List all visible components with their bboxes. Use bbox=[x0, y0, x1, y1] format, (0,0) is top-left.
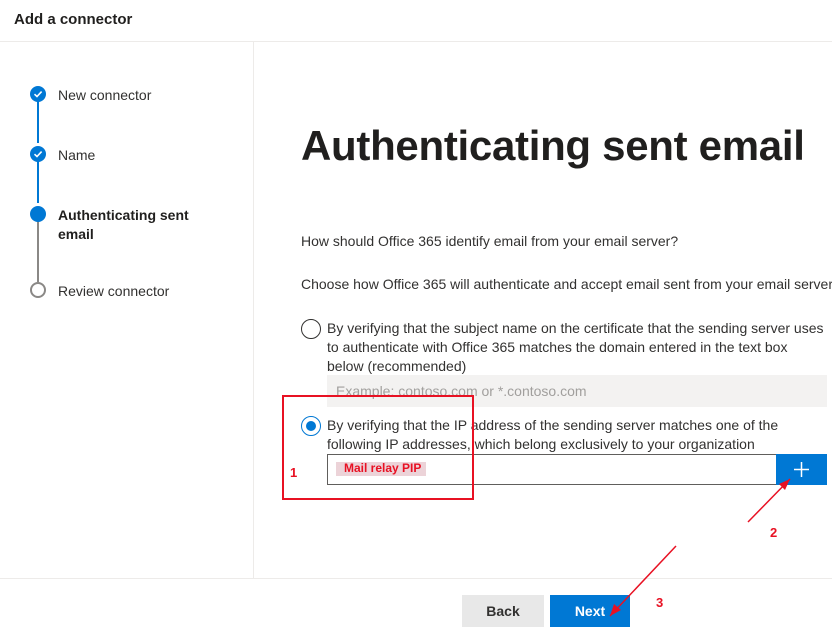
back-button[interactable]: Back bbox=[462, 595, 544, 627]
instruction-text: Choose how Office 365 will authenticate … bbox=[301, 276, 832, 292]
annotation-number-1: 1 bbox=[290, 465, 298, 480]
annotation-highlight-box bbox=[282, 395, 474, 500]
wizard-steps: New connector Name Authenticating sent e… bbox=[0, 42, 254, 578]
step-new-connector: New connector bbox=[58, 87, 152, 103]
dialog-header: Add a connector bbox=[0, 0, 832, 42]
step-name: Name bbox=[58, 147, 96, 163]
dialog-title: Add a connector bbox=[14, 11, 133, 28]
step-review-connector: Review connector bbox=[58, 283, 170, 299]
plus-icon bbox=[794, 462, 809, 477]
radio-certificate-option[interactable] bbox=[301, 319, 321, 339]
annotation-number-2: 2 bbox=[770, 525, 778, 540]
step-connector-line bbox=[37, 101, 39, 143]
step-authenticating-sent-email: Authenticating sent email bbox=[58, 207, 189, 242]
wizard-footer: Back Next bbox=[0, 578, 832, 636]
step-connector-line bbox=[37, 161, 39, 203]
question-text: How should Office 365 identify email fro… bbox=[301, 233, 679, 249]
add-ip-button[interactable] bbox=[776, 454, 827, 485]
page-title: Authenticating sent email bbox=[301, 122, 805, 169]
step-complete-check-icon bbox=[30, 146, 46, 162]
step-pending-circle-icon bbox=[30, 282, 46, 298]
step-current-dot-icon bbox=[30, 206, 46, 222]
next-button[interactable]: Next bbox=[550, 595, 630, 627]
step-complete-check-icon bbox=[30, 86, 46, 102]
step-connector-line bbox=[37, 221, 39, 282]
annotation-number-3: 3 bbox=[656, 595, 664, 610]
certificate-option-label[interactable]: By verifying that the subject name on th… bbox=[327, 319, 827, 376]
